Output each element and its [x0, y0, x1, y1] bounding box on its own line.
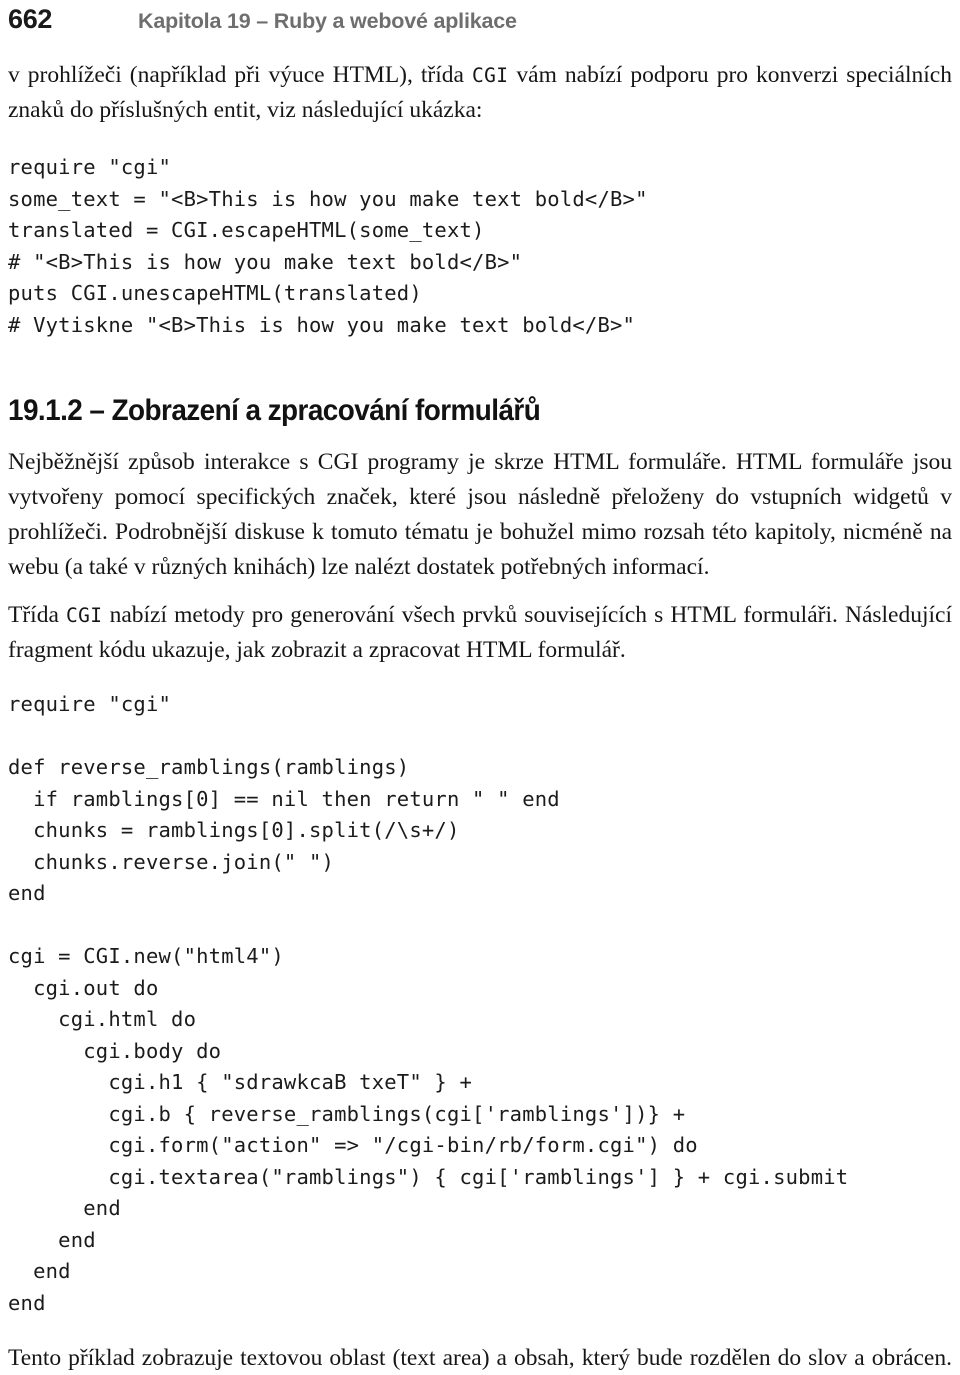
section-paragraph-2: Třída CGI nabízí metody pro generování v…: [8, 598, 952, 668]
inline-code-cgi-2: CGI: [66, 604, 103, 627]
page-number: 662: [8, 4, 53, 34]
paragraph2-text-before-code: Třída: [8, 602, 67, 628]
section-paragraph-1: Nejběžnější způsob interakce s CGI progr…: [8, 449, 952, 580]
intro-paragraph: v prohlížeči (například při výuce HTML),…: [8, 58, 952, 128]
code-listing-form-handling: require "cgi" def reverse_ramblings(ramb…: [8, 692, 849, 1315]
section-heading: 19.1.2 – Zobrazení a zpracování formulář…: [8, 394, 541, 427]
running-head: 662 Kapitola 19 – Ruby a webové aplikace: [8, 0, 952, 42]
closing-paragraph: Tento příklad zobrazuje textovou oblast …: [8, 1345, 952, 1371]
paragraph2-text-after-code: nabízí metody pro generování všech prvků…: [8, 602, 953, 663]
book-page: 662 Kapitola 19 – Ruby a webové aplikace…: [0, 0, 960, 1375]
chapter-title: Kapitola 19 – Ruby a webové aplikace: [138, 9, 517, 33]
inline-code-cgi: CGI: [471, 64, 509, 87]
intro-text-before-code: v prohlížeči (například při výuce HTML),…: [8, 62, 472, 88]
code-listing-escape-html: require "cgi" some_text = "<B>This is ho…: [8, 155, 648, 337]
